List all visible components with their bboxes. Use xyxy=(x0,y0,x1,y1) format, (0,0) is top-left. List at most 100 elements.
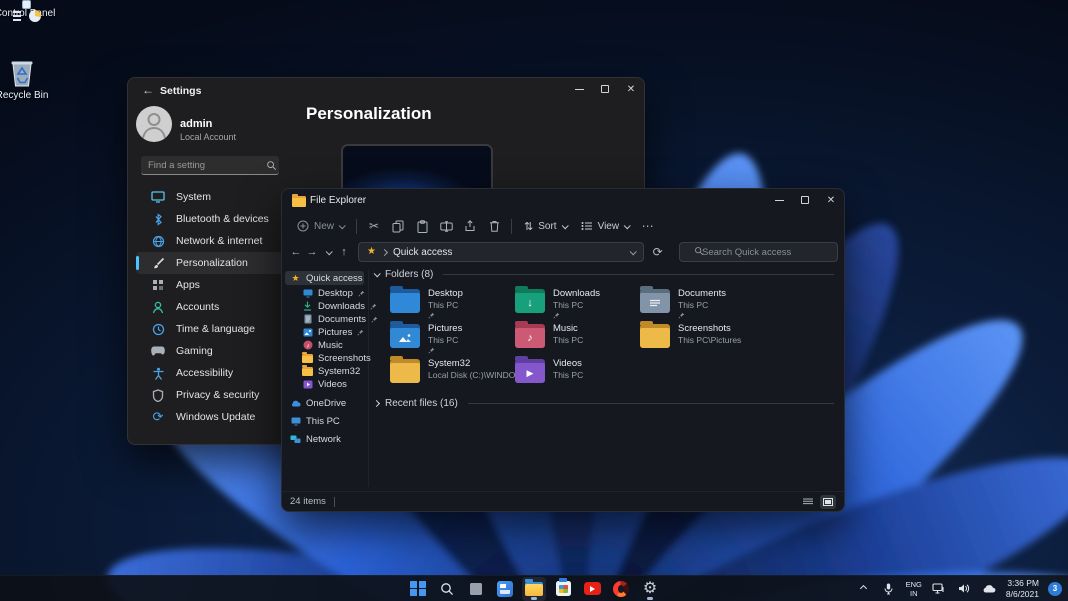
folder-tile-pictures[interactable]: Pictures This PC xyxy=(390,321,512,356)
maximize-button[interactable] xyxy=(592,78,618,100)
more-options-button[interactable]: ⋯ xyxy=(636,215,660,237)
sidebar-item-accounts[interactable]: Accounts xyxy=(136,296,296,318)
microsoft-store-button[interactable] xyxy=(551,577,575,601)
microphone-icon[interactable] xyxy=(881,580,897,598)
nav-videos[interactable]: Videos xyxy=(285,377,364,391)
back-icon[interactable]: ← xyxy=(142,83,154,97)
search-button[interactable] xyxy=(435,577,459,601)
sidebar-item-system[interactable]: System xyxy=(136,186,296,208)
sidebar-item-gaming[interactable]: Gaming xyxy=(136,340,296,362)
large-icons-view-button[interactable] xyxy=(820,494,836,509)
notification-badge[interactable]: 3 xyxy=(1048,581,1062,596)
pin-icon xyxy=(553,312,600,319)
nav-this-pc[interactable]: This PC xyxy=(285,414,364,428)
sidebar-item-bluetooth-devices[interactable]: Bluetooth & devices xyxy=(136,208,296,230)
desktop-icon-control-panel[interactable]: Control Panel xyxy=(0,0,60,22)
user-account-type: Local Account xyxy=(180,132,237,142)
folder-tile-documents[interactable]: Documents This PC xyxy=(640,286,762,321)
volume-icon[interactable] xyxy=(956,580,972,598)
hidden-icons-button[interactable] xyxy=(856,580,872,598)
date: 8/6/2021 xyxy=(1005,588,1039,599)
language-indicator[interactable]: ENG IN xyxy=(906,580,922,598)
new-button[interactable]: New xyxy=(290,215,351,237)
close-button[interactable]: ✕ xyxy=(818,189,844,211)
recent-files-section-header[interactable]: Recent files (16) xyxy=(372,398,834,409)
sidebar-item-time-language[interactable]: Time & language xyxy=(136,318,296,340)
task-view-button[interactable] xyxy=(464,577,488,601)
pictures-folder-icon xyxy=(390,321,420,348)
video-icon xyxy=(302,379,313,390)
back-button[interactable]: ← xyxy=(288,243,304,261)
sort-button[interactable]: ⇅ Sort xyxy=(517,215,574,237)
recent-locations-button[interactable] xyxy=(320,243,336,261)
up-button[interactable]: ↑ xyxy=(336,243,352,261)
opera-button[interactable] xyxy=(609,577,633,601)
folder-tile-desktop[interactable]: Desktop This PC xyxy=(390,286,512,321)
file-explorer-taskbar-button[interactable] xyxy=(522,576,546,601)
system-tray: ENG IN 3:36 PM 8/6/2021 3 xyxy=(856,578,1062,599)
cut-button[interactable]: ✂ xyxy=(362,215,386,237)
folder-tile-videos[interactable]: ▶ Videos This PC xyxy=(515,356,637,391)
plus-circle-icon xyxy=(297,220,309,232)
folders-section-header[interactable]: Folders (8) xyxy=(373,269,834,280)
minimize-button[interactable] xyxy=(766,189,792,211)
command-bar: New ✂ ⇅ Sort View ⋯ xyxy=(282,213,844,239)
nav-screenshots[interactable]: Screenshots xyxy=(285,351,371,365)
microsoft-store-icon xyxy=(555,578,571,596)
refresh-button[interactable]: ⟳ xyxy=(648,242,667,262)
computer-icon xyxy=(290,416,301,427)
copy-button[interactable] xyxy=(386,215,410,237)
nav-music[interactable]: ♪ Music xyxy=(285,338,364,352)
rename-button[interactable] xyxy=(434,215,458,237)
taskbar-center: ⚙ xyxy=(406,576,662,601)
explorer-titlebar[interactable]: File Explorer ✕ xyxy=(282,189,844,213)
sidebar-item-personalization[interactable]: Personalization xyxy=(136,252,296,274)
clock[interactable]: 3:36 PM 8/6/2021 xyxy=(1006,578,1039,599)
address-dropdown-icon[interactable] xyxy=(629,247,637,255)
folder-icon xyxy=(302,352,313,364)
search-icon xyxy=(441,582,454,595)
address-bar[interactable]: ★ Quick access xyxy=(358,242,645,262)
minimize-button[interactable] xyxy=(566,78,592,100)
bluetooth-icon xyxy=(150,211,166,227)
settings-titlebar[interactable]: ← Settings ✕ xyxy=(128,78,644,104)
folder-tile-downloads[interactable]: ↓ Downloads This PC xyxy=(515,286,637,321)
folder-tile-music[interactable]: ♪ Music This PC xyxy=(515,321,637,356)
document-icon xyxy=(302,314,313,325)
delete-button[interactable] xyxy=(482,215,506,237)
share-button[interactable] xyxy=(458,215,482,237)
settings-search-input[interactable] xyxy=(141,156,279,175)
view-button[interactable]: View xyxy=(574,215,637,237)
start-button[interactable] xyxy=(406,577,430,601)
nav-downloads[interactable]: Downloads xyxy=(285,299,377,313)
onedrive-cloud-icon[interactable] xyxy=(981,580,997,598)
youtube-button[interactable] xyxy=(580,577,604,601)
taskbar: ⚙ ENG IN 3:36 PM 8/6/2021 3 xyxy=(0,575,1068,601)
nav-quick-access[interactable]: ★ Quick access xyxy=(285,271,364,285)
sidebar-item-accessibility[interactable]: Accessibility xyxy=(136,362,296,384)
nav-documents[interactable]: Documents xyxy=(285,312,378,326)
file-explorer-window: File Explorer ✕ New ✂ ⇅ Sort View ⋯ ← → … xyxy=(281,188,845,512)
paste-button[interactable] xyxy=(410,215,434,237)
settings-taskbar-button[interactable]: ⚙ xyxy=(638,577,662,601)
collapse-icon xyxy=(373,270,381,278)
nav-system32[interactable]: System32 xyxy=(285,364,364,378)
nav-pictures[interactable]: Pictures xyxy=(285,325,364,339)
widgets-button[interactable] xyxy=(493,577,517,601)
folder-tile-screenshots[interactable]: Screenshots This PC\Pictures xyxy=(640,321,762,356)
nav-network[interactable]: Network xyxy=(285,432,364,446)
forward-button[interactable]: → xyxy=(304,243,320,261)
network-icon[interactable] xyxy=(931,580,947,598)
sidebar-item-network-internet[interactable]: Network & internet xyxy=(136,230,296,252)
avatar[interactable] xyxy=(136,106,172,142)
close-button[interactable]: ✕ xyxy=(618,78,644,100)
nav-desktop[interactable]: Desktop xyxy=(285,286,365,300)
sidebar-item-windows-update[interactable]: ⟳ Windows Update xyxy=(136,406,296,428)
maximize-button[interactable] xyxy=(792,189,818,211)
sidebar-item-apps[interactable]: Apps xyxy=(136,274,296,296)
desktop-icon-recycle-bin[interactable]: Recycle Bin xyxy=(0,58,57,101)
videos-folder-icon: ▶ xyxy=(515,356,545,383)
nav-onedrive[interactable]: OneDrive xyxy=(285,396,364,410)
sidebar-item-privacy-security[interactable]: Privacy & security xyxy=(136,384,296,406)
details-view-button[interactable] xyxy=(800,495,816,509)
